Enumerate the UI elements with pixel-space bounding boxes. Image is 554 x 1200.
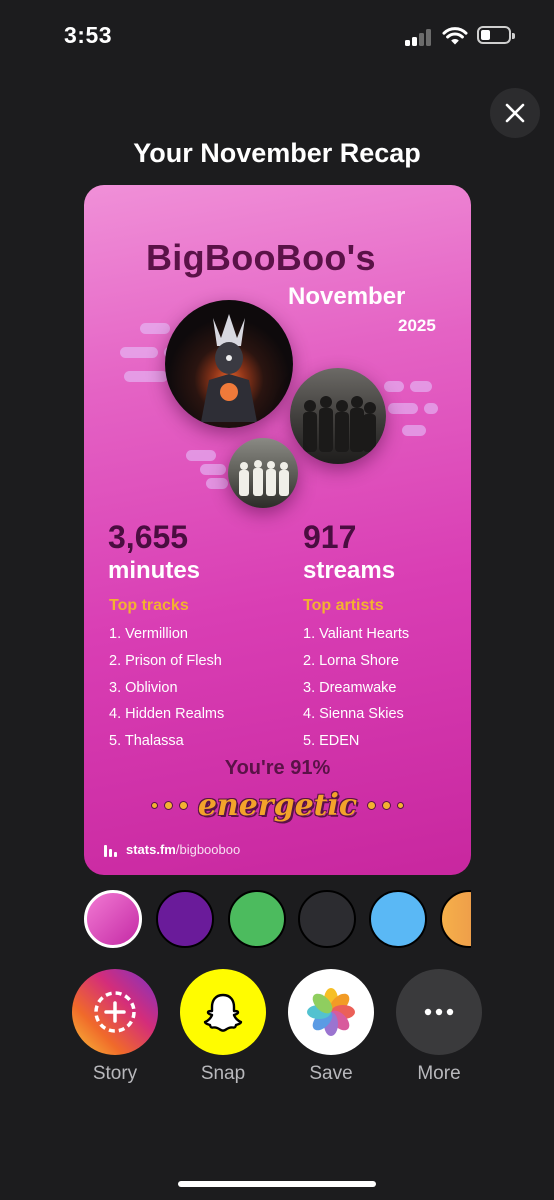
top-tracks-list: 1. Vermillion 2. Prison of Flesh 3. Obli…	[109, 621, 224, 755]
share-story-button[interactable]: Story	[72, 969, 158, 1085]
decorative-dot	[397, 801, 405, 809]
recap-card: BigBooBoo's November 2025 3,655 minutes …	[84, 185, 471, 875]
share-save-label: Save	[309, 1063, 353, 1084]
color-swatch-orange[interactable]	[440, 890, 471, 948]
list-item: 2. Lorna Shore	[303, 652, 399, 669]
decorative-dot	[382, 800, 392, 810]
list-item: 3. Oblivion	[109, 679, 178, 696]
list-item: 4. Hidden Realms	[109, 706, 225, 723]
battery-icon	[477, 26, 515, 44]
instagram-story-icon	[72, 969, 158, 1055]
streams-value: 917	[303, 519, 357, 555]
list-item: 1. Valiant Hearts	[303, 626, 410, 642]
sheet-title: Your November Recap	[133, 138, 421, 168]
share-snap-button[interactable]: Snap	[180, 969, 266, 1085]
decorative-dot	[150, 801, 158, 809]
color-swatch-green[interactable]	[228, 890, 286, 948]
minutes-value: 3,655	[108, 519, 189, 555]
status-time: 3:53	[64, 22, 113, 48]
user-heading: BigBooBoo's	[146, 237, 376, 278]
wifi-icon	[442, 27, 468, 45]
share-story-label: Story	[92, 1063, 138, 1084]
artist-image-3	[228, 438, 298, 508]
top-tracks-heading: Top tracks	[109, 597, 189, 614]
top-artists-list: 1. Valiant Hearts 2. Lorna Shore 3. Drea…	[303, 621, 409, 755]
list-item: 5. Thalassa	[109, 733, 184, 750]
card-footer: stats.fm/bigbooboo	[104, 842, 240, 857]
home-indicator	[178, 1181, 376, 1187]
top-artists-heading: Top artists	[303, 597, 384, 614]
close-button[interactable]	[490, 88, 540, 138]
decorative-dot	[178, 800, 188, 810]
list-item: 3. Dreamwake	[303, 679, 397, 696]
share-snap-label: Snap	[200, 1063, 246, 1084]
snapchat-ghost-icon	[180, 969, 266, 1055]
list-item: 2. Prison of Flesh	[109, 652, 222, 669]
footer-brand: stats.fm	[126, 842, 176, 857]
list-item: 4. Sienna Skies	[303, 706, 404, 723]
color-swatch-row	[84, 890, 471, 952]
year-label: 2025	[398, 316, 436, 335]
close-icon	[505, 103, 525, 123]
color-swatch-light-blue[interactable]	[369, 890, 427, 948]
decorative-dot	[163, 800, 173, 810]
photos-icon	[288, 969, 374, 1055]
color-swatch-pink[interactable]	[84, 890, 142, 948]
list-item: 1. Vermillion	[109, 626, 188, 642]
minutes-unit: minutes	[108, 557, 201, 584]
status-bar: 3:53	[0, 0, 554, 70]
color-swatch-purple[interactable]	[156, 890, 214, 948]
list-item: 5. EDEN	[303, 733, 360, 750]
color-swatch-dark[interactable]	[298, 890, 356, 948]
mood-badge: energetic	[84, 785, 471, 825]
bar-chart-icon	[104, 844, 117, 857]
decorative-dot	[367, 800, 377, 810]
mood-word: energetic	[197, 787, 358, 823]
streams-unit: streams	[303, 557, 396, 584]
share-more-button[interactable]: More	[396, 969, 482, 1085]
cellular-signal-icon	[405, 28, 435, 46]
artist-image-1	[165, 300, 293, 428]
artist-image-2	[290, 368, 386, 464]
share-more-label: More	[417, 1063, 461, 1084]
footer-path: /bigbooboo	[175, 842, 241, 857]
month-heading: November	[288, 283, 406, 310]
share-save-button[interactable]: Save	[288, 969, 374, 1085]
more-icon	[396, 969, 482, 1055]
mood-percentage: You're 91%	[224, 757, 331, 779]
